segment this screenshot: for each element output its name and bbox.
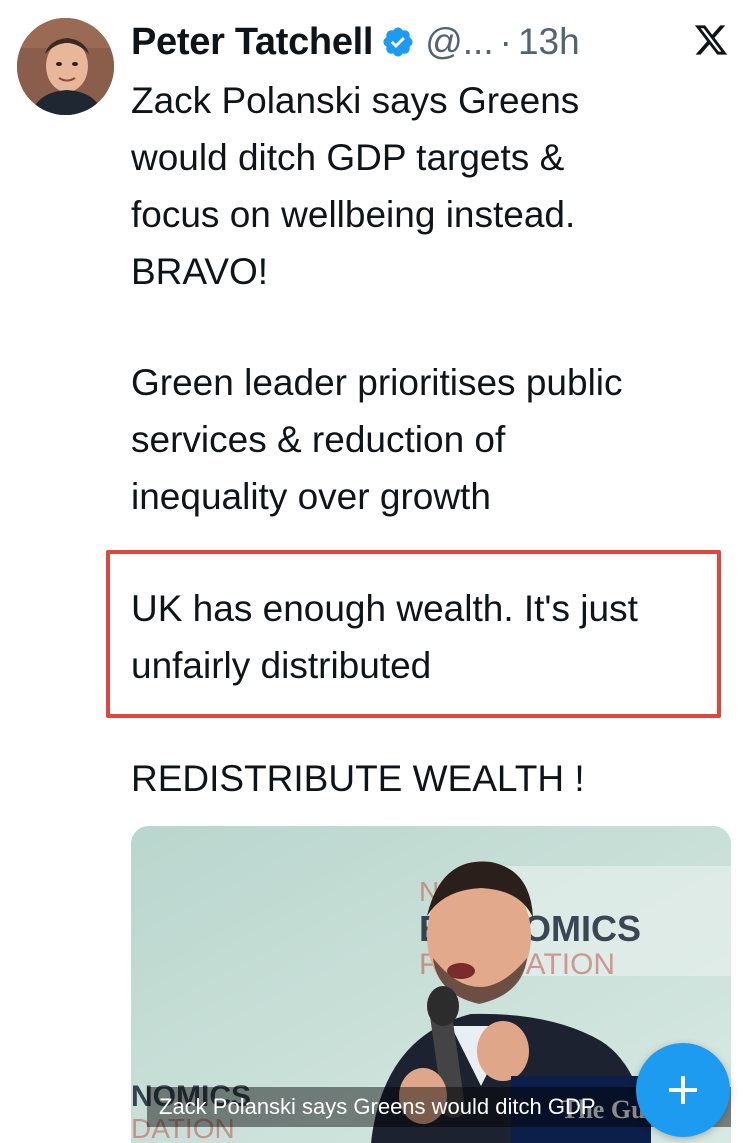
author-avatar[interactable]: [17, 18, 114, 115]
tweet-header: Peter Tatchell @... · 13h: [131, 14, 580, 70]
plus-icon: [669, 1076, 697, 1104]
compose-fab-button[interactable]: [636, 1043, 730, 1137]
author-handle[interactable]: @...: [425, 21, 493, 63]
tweet-paragraph: Zack Polanski says Greens would ditch GD…: [131, 80, 580, 292]
header-separator: ·: [499, 21, 512, 62]
tweet-paragraph: Green leader prioritises public services…: [131, 362, 623, 517]
highlight-annotation-box: [106, 550, 721, 718]
x-logo-icon: [694, 25, 728, 55]
user-avatar-icon: [17, 18, 114, 115]
verified-badge-icon: [383, 27, 413, 57]
author-display-name[interactable]: Peter Tatchell: [131, 21, 374, 64]
tweet-paragraph: REDISTRIBUTE WEALTH !: [131, 758, 585, 799]
tweet-timestamp[interactable]: 13h: [518, 21, 580, 63]
